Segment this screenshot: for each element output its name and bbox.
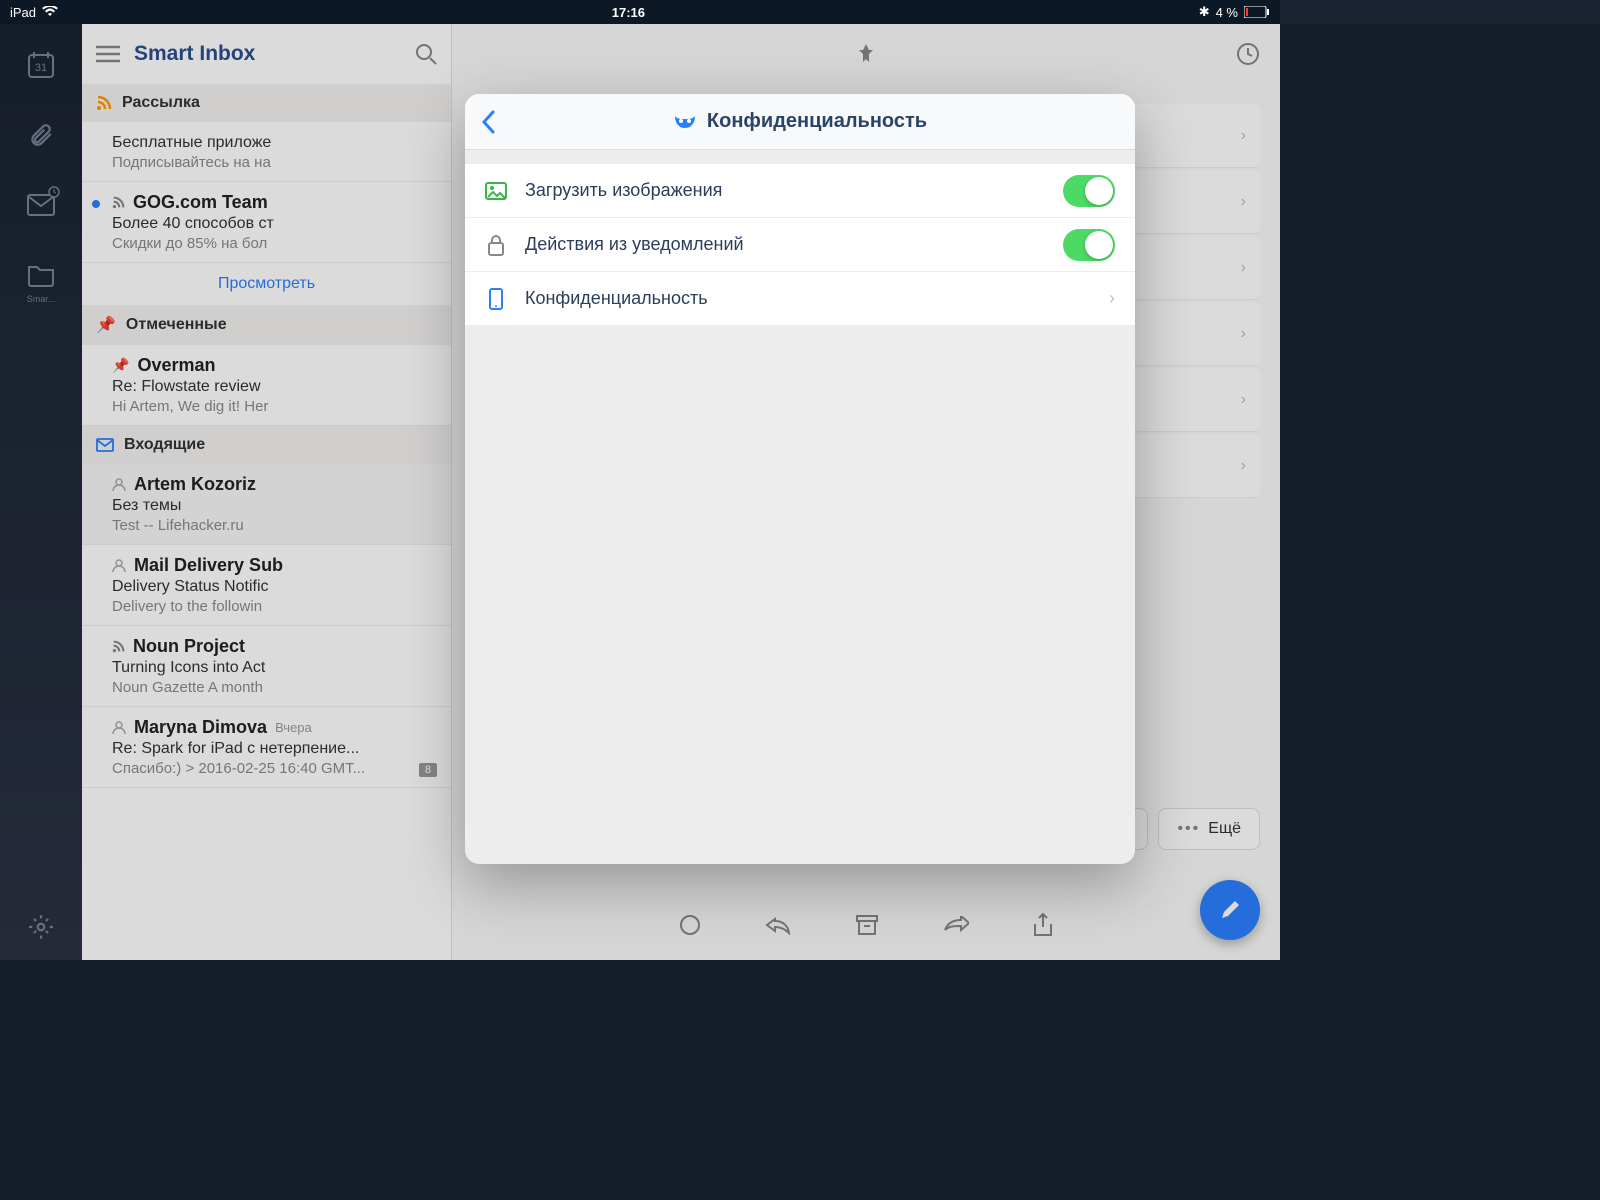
- status-bar: iPad 17:16 ✱ 4 %: [0, 0, 1280, 24]
- mask-icon: [673, 114, 697, 130]
- back-button[interactable]: [481, 110, 495, 134]
- modal-title: Конфиденциальность: [707, 110, 927, 133]
- toggle-switch[interactable]: [1063, 175, 1115, 207]
- device-icon: [485, 288, 507, 310]
- setting-notification-actions[interactable]: Действия из уведомлений: [465, 218, 1135, 272]
- modal-overlay[interactable]: Конфиденциальность Загрузить изображения…: [0, 24, 1600, 1200]
- chevron-right-icon: ›: [1109, 288, 1115, 309]
- lock-icon: [485, 234, 507, 256]
- setting-label: Действия из уведомлений: [525, 234, 1045, 255]
- wifi-icon: [42, 6, 58, 18]
- privacy-modal: Конфиденциальность Загрузить изображения…: [465, 94, 1135, 864]
- modal-settings-list: Загрузить изображения Действия из уведом…: [465, 164, 1135, 326]
- setting-label: Загрузить изображения: [525, 180, 1045, 201]
- battery-level: 4 %: [1216, 5, 1238, 20]
- setting-label: Конфиденциальность: [525, 288, 1091, 309]
- toggle-switch[interactable]: [1063, 229, 1115, 261]
- setting-privacy[interactable]: Конфиденциальность ›: [465, 272, 1135, 326]
- setting-load-images[interactable]: Загрузить изображения: [465, 164, 1135, 218]
- battery-icon: [1244, 6, 1270, 18]
- device-label: iPad: [10, 5, 36, 20]
- bluetooth-icon: ✱: [1199, 4, 1210, 20]
- modal-header: Конфиденциальность: [465, 94, 1135, 150]
- image-icon: [485, 182, 507, 200]
- clock: 17:16: [612, 5, 645, 20]
